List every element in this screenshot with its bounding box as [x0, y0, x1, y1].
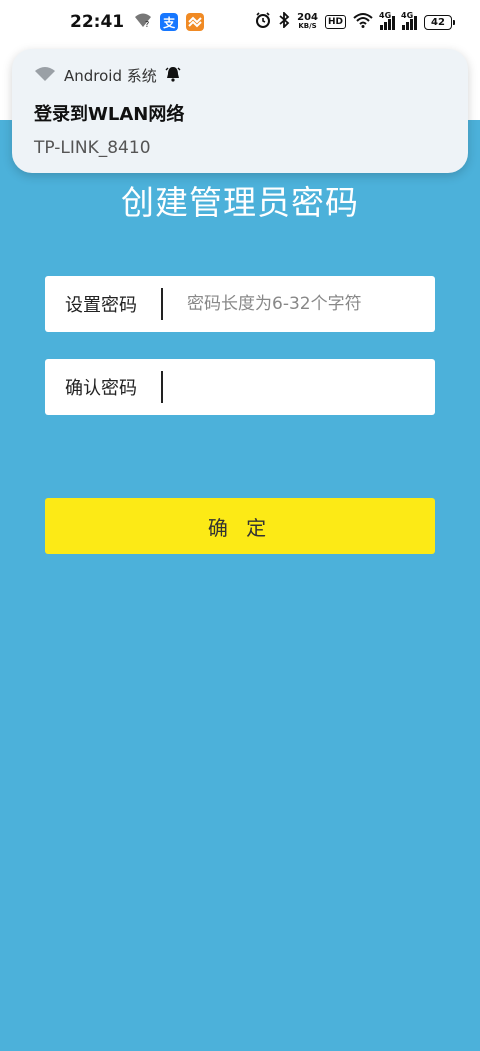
network-speed: 204 KB/S [297, 13, 318, 31]
hd-icon: HD [324, 15, 346, 29]
signal-1-label: 4G [379, 10, 392, 20]
wifi-question-icon [34, 66, 56, 86]
battery-icon: 42 [424, 14, 455, 30]
set-password-label: 设置密码 [65, 295, 137, 316]
bluetooth-icon [278, 10, 290, 32]
confirm-button[interactable]: 确 定 [45, 498, 435, 554]
signal-icon-1: 4G [379, 11, 395, 30]
set-password-field: 设置密码 [45, 276, 435, 332]
notification-title: 登录到WLAN网络 [34, 104, 185, 125]
network-speed-unit: KB/S [298, 22, 317, 30]
signal-2-label: 4G [401, 10, 414, 20]
network-speed-value: 204 [297, 12, 318, 23]
bell-icon [165, 66, 181, 86]
page-title: 创建管理员密码 [121, 183, 359, 222]
orange-app-icon [186, 13, 205, 31]
alarm-icon [255, 12, 271, 32]
set-password-input[interactable] [163, 276, 435, 332]
status-right-icons: 204 KB/S HD 4G 4G 42 [255, 10, 455, 32]
confirm-password-field: 确认密码 [45, 359, 435, 415]
confirm-password-label: 确认密码 [65, 378, 137, 399]
svg-text:?: ? [145, 20, 149, 28]
signal-icon-2: 4G [401, 11, 417, 30]
notification-app-name: Android 系统 [64, 67, 157, 85]
status-left-icons: ? 支 [134, 12, 205, 32]
wlan-login-notification[interactable]: Android 系统 登录到WLAN网络 TP-LINK_8410 [12, 49, 468, 173]
wifi-icon [353, 12, 373, 32]
status-time: 22:41 [70, 12, 125, 32]
notification-header: Android 系统 [34, 65, 446, 86]
status-bar: 22:41 ? 支 204 KB/S HD 4G 4G 42 [0, 0, 480, 44]
wifi-question-icon: ? [134, 12, 152, 32]
confirm-password-input[interactable] [163, 359, 435, 415]
alipay-app-icon: 支 [160, 13, 179, 31]
notification-text: TP-LINK_8410 [34, 138, 151, 158]
